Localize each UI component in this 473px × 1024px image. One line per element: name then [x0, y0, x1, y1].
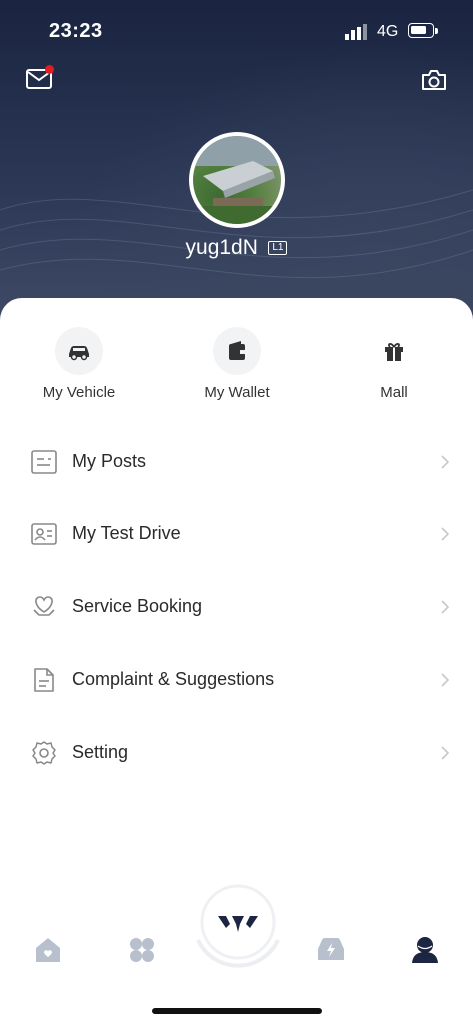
- center-logo-button[interactable]: [192, 880, 284, 972]
- quick-mall[interactable]: Mall: [324, 327, 464, 401]
- quick-icon-circle: [55, 327, 103, 375]
- person-icon[interactable]: [410, 935, 440, 965]
- car-icon: [69, 346, 89, 361]
- menu-label: Service Booking: [72, 596, 203, 616]
- gear-icon: [32, 741, 56, 765]
- quick-my-wallet[interactable]: My Wallet: [167, 327, 307, 401]
- quick-my-vehicle[interactable]: My Vehicle: [9, 327, 149, 401]
- menu-my-posts[interactable]: My Posts: [0, 433, 473, 491]
- battery-icon: [408, 23, 434, 38]
- chevron-right-icon: [441, 527, 450, 541]
- menu-label: My Test Drive: [72, 523, 181, 543]
- network-label: 4G: [377, 23, 399, 40]
- menu-label: Setting: [72, 742, 129, 762]
- quick-icon-circle: [213, 327, 261, 375]
- quick-icon-plain: [370, 327, 418, 375]
- posts-icon: [31, 450, 57, 474]
- menu-setting[interactable]: Setting: [0, 724, 473, 782]
- home-indicator: [152, 1008, 322, 1014]
- gift-icon: [385, 343, 403, 361]
- document-icon: [34, 668, 54, 692]
- menu-my-test-drive[interactable]: My Test Drive: [0, 505, 473, 563]
- status-bar: 23:23 4G: [0, 0, 473, 60]
- grid-icon[interactable]: [127, 935, 157, 965]
- quick-label: Mall: [380, 384, 408, 401]
- home-icon[interactable]: [33, 935, 63, 965]
- battery-tip: [435, 28, 438, 34]
- quick-label: My Vehicle: [42, 384, 116, 401]
- chevron-right-icon: [441, 673, 450, 687]
- car-bolt-icon[interactable]: [316, 935, 346, 965]
- status-time: 23:23: [49, 20, 103, 42]
- chevron-right-icon: [441, 746, 450, 760]
- level-badge: L1: [268, 241, 288, 255]
- signal-icon: [345, 24, 367, 40]
- notification-dot: [45, 65, 54, 74]
- menu-label: Complaint & Suggestions: [72, 669, 275, 689]
- avatar[interactable]: [189, 132, 285, 228]
- chevron-right-icon: [441, 455, 450, 469]
- avatar-image: [193, 136, 281, 224]
- id-card-icon: [31, 523, 57, 545]
- wallet-icon: [229, 341, 245, 360]
- quick-label: My Wallet: [204, 384, 270, 401]
- chevron-right-icon: [441, 600, 450, 614]
- username: yug1dN: [185, 236, 258, 259]
- menu-service-booking[interactable]: Service Booking: [0, 578, 473, 636]
- username-row: yug1dN L1: [0, 236, 473, 260]
- camera-icon[interactable]: [421, 68, 447, 92]
- menu-complaint-suggestions[interactable]: Complaint & Suggestions: [0, 651, 473, 709]
- menu-label: My Posts: [72, 451, 147, 471]
- service-icon: [33, 596, 55, 616]
